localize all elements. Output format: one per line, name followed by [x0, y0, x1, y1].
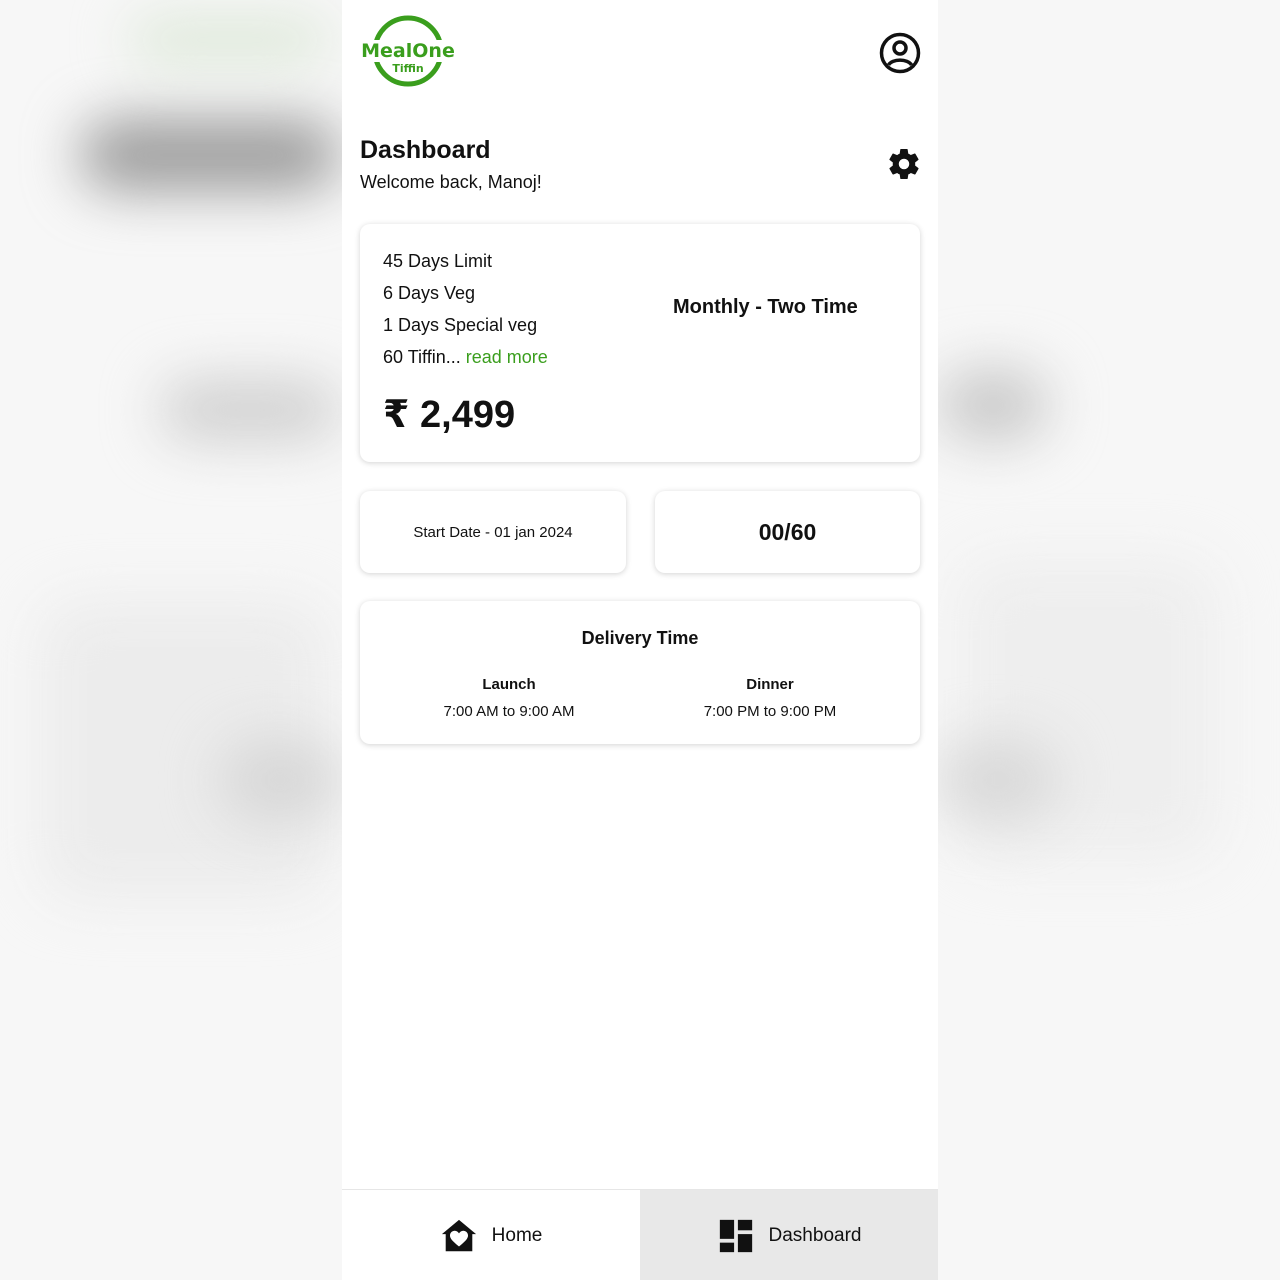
plan-feature-truncated: 60 Tiffin... read more — [383, 346, 548, 378]
plan-price: ₹ 2,499 — [383, 394, 516, 436]
tiffin-count: 00/60 — [758, 518, 817, 545]
start-date-text: Start Date - 01 jan 2024 — [413, 523, 573, 541]
svg-text:Tiffin: Tiffin — [392, 62, 423, 75]
welcome-message: Welcome back, Manoj! — [360, 172, 542, 192]
gear-icon[interactable] — [886, 146, 922, 182]
nav-label: Dashboard — [768, 1224, 862, 1246]
nav-item-home[interactable]: Home — [342, 1190, 640, 1280]
plan-features: 45 Days Limit 6 Days Veg 1 Days Special … — [383, 250, 548, 378]
read-more-link[interactable]: read more — [466, 347, 548, 367]
slot-name: Launch — [482, 676, 536, 693]
svg-text:MealOne: MealOne — [361, 40, 455, 62]
slot-time: 7:00 PM to 9:00 PM — [703, 703, 837, 720]
slot-name: Dinner — [746, 676, 794, 693]
plan-feature: 1 Days Special veg — [383, 315, 538, 335]
blurred-background-right — [938, 0, 1280, 1280]
page-title: Dashboard — [360, 136, 491, 164]
dashboard-icon — [719, 1219, 752, 1252]
mealone-logo[interactable]: MealOne Tiffin — [358, 14, 458, 92]
delivery-title: Delivery Time — [581, 628, 699, 648]
blurred-background-left — [0, 0, 342, 1280]
plan-feature: 45 Days Limit — [383, 251, 493, 271]
app-screen: MealOne Tiffin Dashboard Welcome back, M… — [342, 0, 938, 1280]
plan-card[interactable]: 45 Days Limit 6 Days Veg 1 Days Special … — [360, 224, 920, 462]
nav-label: Home — [491, 1224, 543, 1246]
tiffin-count-card: 00/60 — [655, 491, 920, 573]
nav-item-dashboard[interactable]: Dashboard — [640, 1190, 938, 1280]
delivery-time-card: Delivery Time Launch 7:00 AM to 9:00 AM … — [360, 601, 920, 744]
plan-feature: 6 Days Veg — [383, 283, 476, 303]
start-date-card: Start Date - 01 jan 2024 — [360, 491, 626, 573]
delivery-slot-dinner: Dinner 7:00 PM to 9:00 PM — [670, 676, 870, 720]
page-heading: Dashboard Welcome back, Manoj! — [360, 136, 542, 193]
slot-time: 7:00 AM to 9:00 AM — [443, 703, 575, 720]
bottom-navigation: Home Dashboard — [342, 1189, 938, 1280]
account-circle-icon[interactable] — [878, 31, 922, 75]
home-heart-icon — [441, 1219, 476, 1251]
app-header: MealOne Tiffin — [342, 0, 938, 110]
delivery-slot-lunch: Launch 7:00 AM to 9:00 AM — [409, 676, 609, 720]
plan-name: Monthly - Two Time — [673, 296, 858, 318]
plan-feature-text: 60 Tiffin... — [383, 347, 461, 367]
